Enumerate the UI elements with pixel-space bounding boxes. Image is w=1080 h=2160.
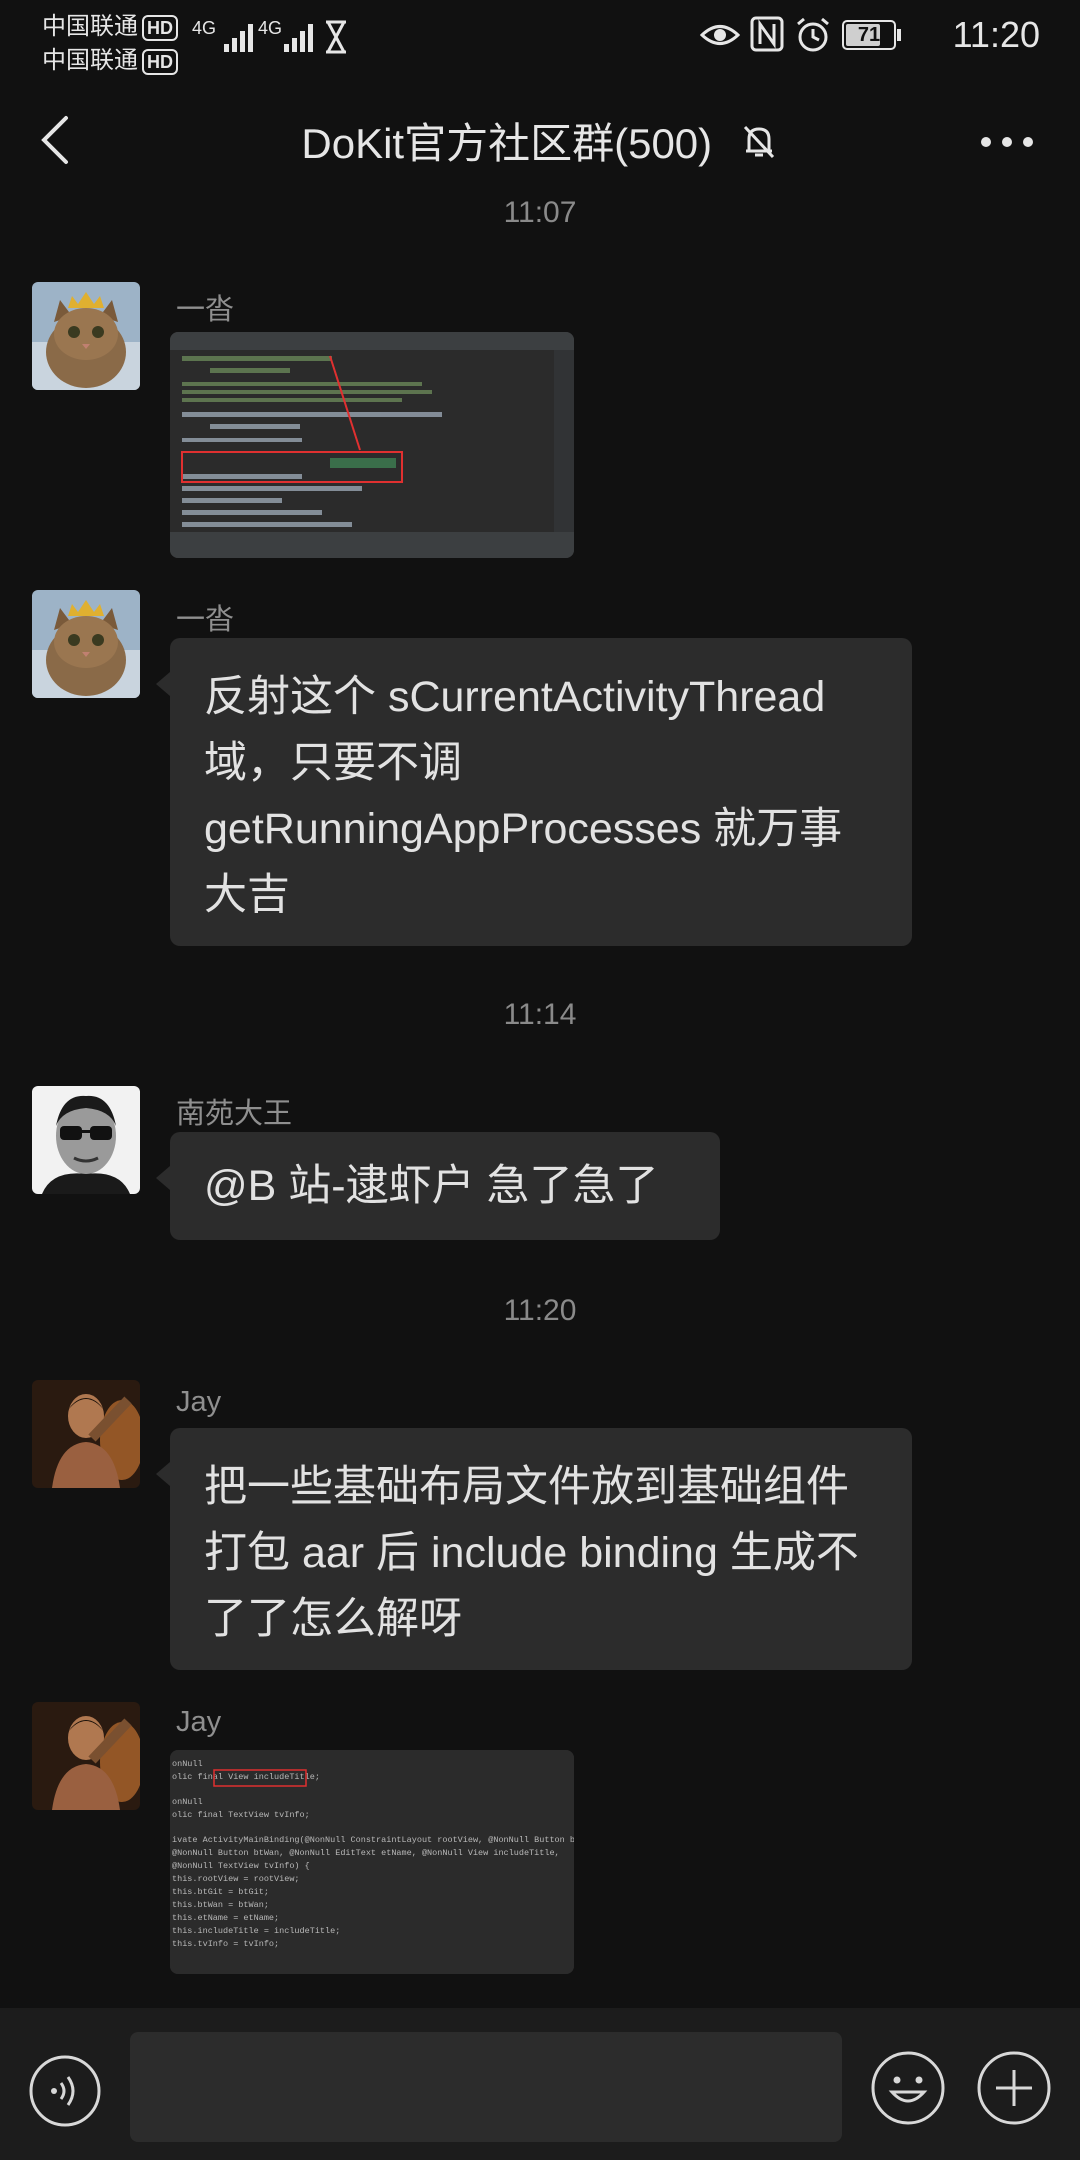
status-icons: 71 11:20 [700, 14, 1040, 58]
timestamp: 11:07 [503, 196, 577, 229]
image-message-code[interactable]: onNull olic final View includeTitle; onN… [170, 1750, 574, 1974]
svg-text:onNull: onNull [172, 1797, 203, 1807]
plus-icon[interactable] [976, 2050, 1052, 2126]
eye-icon [700, 25, 740, 45]
svg-text:olic final TextView tvInfo;: olic final TextView tvInfo; [172, 1810, 310, 1820]
avatar-sunglasses[interactable] [32, 1086, 140, 1194]
chat-header: DoKit官方社区群(500) [0, 96, 1080, 184]
svg-text:onNull: onNull [172, 1759, 203, 1769]
svg-text:ivate ActivityMainBinding(@Non: ivate ActivityMainBinding(@NonNull Const… [172, 1835, 574, 1845]
battery-icon: 71 [842, 20, 901, 50]
avatar-jay[interactable] [32, 1702, 140, 1810]
sender-name: Jay [176, 1706, 222, 1738]
avatar-jay[interactable] [32, 1380, 140, 1488]
avatar-cat[interactable] [32, 282, 140, 390]
chat-title: DoKit官方社区群(500) [301, 120, 713, 167]
more-icon[interactable] [980, 136, 1034, 148]
sender-name: 南苑大王 [176, 1098, 293, 1130]
svg-text:4G: 4G [258, 18, 282, 38]
carrier-2: 中国联通 HD [42, 40, 178, 75]
message-bubble[interactable]: 把一些基础布局文件放到基础组件打包 aar 后 include binding … [156, 1428, 912, 1670]
svg-text:this.btGit = btGit;: this.btGit = btGit; [172, 1887, 269, 1897]
carrier-1: 中国联通 HD [42, 6, 178, 41]
svg-text:this.includeTitle = includeTit: this.includeTitle = includeTitle; [172, 1926, 340, 1936]
svg-text:@NonNull TextView tvInfo) {: @NonNull TextView tvInfo) { [172, 1861, 310, 1871]
avatar-cat[interactable] [32, 590, 140, 698]
chat-title-wrap: DoKit官方社区群(500) [0, 110, 1080, 171]
mute-bell-icon [743, 125, 774, 158]
svg-text:4G: 4G [192, 18, 216, 38]
message-bubble[interactable]: @B 站-逮虾户 急了急了 [156, 1132, 720, 1240]
carrier-info: 中国联通 HD 中国联通 HD 4G 4G [42, 6, 362, 76]
sender-name: Jay [176, 1386, 222, 1418]
message-input[interactable] [130, 2032, 842, 2142]
nfc-icon [750, 16, 784, 52]
svg-text:@NonNull Button btWan, @NonNul: @NonNull Button btWan, @NonNull EditText… [172, 1848, 560, 1858]
timestamp: 11:20 [503, 1294, 577, 1327]
sender-name: 一沓 [176, 604, 235, 636]
svg-text:this.etName = etName;: this.etName = etName; [172, 1913, 279, 1923]
svg-text:this.tvInfo = tvInfo;: this.tvInfo = tvInfo; [172, 1939, 279, 1949]
emoji-icon[interactable] [870, 2050, 946, 2126]
svg-text:this.rootView = rootView;: this.rootView = rootView; [172, 1874, 300, 1884]
signal-icon: 4G 4G [192, 18, 282, 52]
sender-name: 一沓 [176, 294, 235, 326]
voice-input-icon[interactable] [28, 2054, 102, 2128]
clock: 11:20 [952, 14, 1040, 55]
svg-text:this.btWan = btWan;: this.btWan = btWan; [172, 1900, 269, 1910]
alarm-icon [797, 17, 829, 52]
signal-icon-2 [284, 20, 346, 54]
image-message-ide[interactable] [170, 332, 574, 558]
input-bar [0, 2008, 1080, 2160]
svg-text:olic final View includeTitle;: olic final View includeTitle; [172, 1772, 320, 1782]
message-bubble[interactable]: 反射这个 sCurrentActivityThread 域，只要不调 getRu… [156, 638, 912, 946]
timestamp: 11:14 [503, 998, 577, 1031]
